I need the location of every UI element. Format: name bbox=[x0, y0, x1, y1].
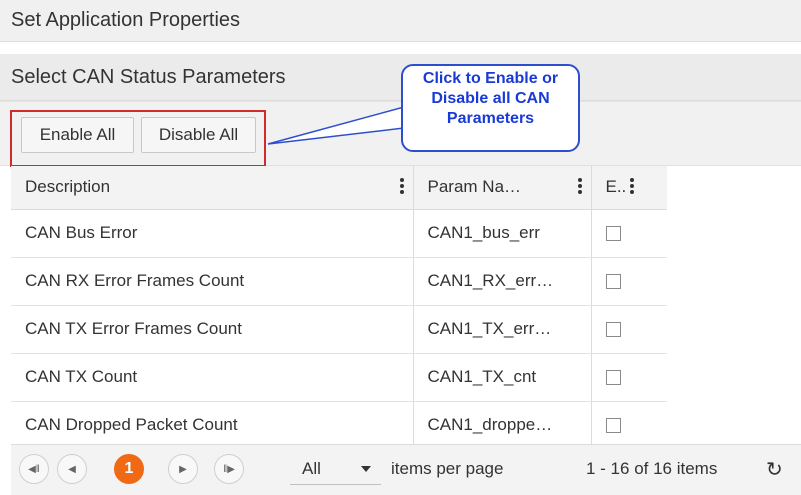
callout-line-1: Click to Enable or bbox=[422, 70, 559, 87]
table-row: CAN Dropped Packet Count CAN1_droppe… bbox=[11, 401, 667, 450]
row-description: CAN TX Error Frames Count bbox=[11, 305, 413, 354]
row-param-name: CAN1_TX_cnt bbox=[412, 353, 591, 402]
column-header-label: Param Na… bbox=[427, 177, 522, 197]
enable-checkbox[interactable] bbox=[605, 418, 621, 434]
table-row: CAN Bus Error CAN1_bus_err bbox=[11, 209, 667, 258]
row-param-name: CAN1_droppe… bbox=[412, 401, 591, 450]
column-menu-icon[interactable] bbox=[629, 178, 634, 196]
column-header-description[interactable]: Description bbox=[11, 166, 413, 210]
callout-line-2: Disable all CAN bbox=[431, 90, 550, 107]
enable-checkbox[interactable] bbox=[605, 226, 621, 242]
items-per-page-label: items per page bbox=[391, 459, 504, 478]
column-header-label: E.. bbox=[605, 177, 627, 197]
table-row: CAN TX Error Frames Count CAN1_TX_err… bbox=[11, 305, 667, 354]
enable-checkbox[interactable] bbox=[605, 370, 621, 386]
page-size-value: All bbox=[302, 459, 321, 478]
row-param-name: CAN1_bus_err bbox=[412, 209, 591, 258]
row-description: CAN Dropped Packet Count bbox=[11, 401, 413, 450]
row-description: CAN Bus Error bbox=[11, 209, 413, 258]
row-enabled-cell bbox=[590, 401, 667, 450]
callout-line-3: Parameters bbox=[446, 110, 535, 127]
column-header-param-name[interactable]: Param Na… bbox=[412, 166, 591, 210]
table-row: CAN TX Count CAN1_TX_cnt bbox=[11, 353, 667, 402]
can-parameters-grid: Description Param Na… E.. CAN Bus Error … bbox=[11, 166, 667, 450]
callout-annotation: Click to Enable or Disable all CAN Param… bbox=[401, 64, 580, 152]
chevron-down-icon bbox=[361, 466, 371, 472]
column-header-label: Description bbox=[25, 177, 111, 197]
column-menu-icon[interactable] bbox=[399, 178, 404, 196]
row-enabled-cell bbox=[590, 305, 667, 354]
grid-pager: ◀‖ ◀ 1 ▶ ‖▶ All items per page 1 - 16 of… bbox=[11, 444, 801, 495]
column-header-enabled[interactable]: E.. bbox=[590, 166, 667, 210]
row-description: CAN TX Count bbox=[11, 353, 413, 402]
previous-page-icon[interactable]: ◀ bbox=[57, 454, 87, 484]
row-param-name: CAN1_RX_err… bbox=[412, 257, 591, 306]
row-enabled-cell bbox=[590, 257, 667, 306]
row-enabled-cell bbox=[590, 353, 667, 402]
current-page-button[interactable]: 1 bbox=[114, 454, 144, 484]
first-page-icon[interactable]: ◀‖ bbox=[19, 454, 49, 484]
column-menu-icon[interactable] bbox=[577, 178, 582, 196]
row-enabled-cell bbox=[590, 209, 667, 258]
page-size-select[interactable]: All bbox=[290, 454, 381, 485]
grid-header-row: Description Param Na… E.. bbox=[11, 166, 667, 210]
row-param-name: CAN1_TX_err… bbox=[412, 305, 591, 354]
last-page-icon[interactable]: ‖▶ bbox=[214, 454, 244, 484]
refresh-icon[interactable]: ↻ bbox=[766, 457, 783, 482]
next-page-icon[interactable]: ▶ bbox=[168, 454, 198, 484]
table-row: CAN RX Error Frames Count CAN1_RX_err… bbox=[11, 257, 667, 306]
enable-checkbox[interactable] bbox=[605, 322, 621, 338]
enable-checkbox[interactable] bbox=[605, 274, 621, 290]
row-description: CAN RX Error Frames Count bbox=[11, 257, 413, 306]
pager-summary: 1 - 16 of 16 items bbox=[586, 459, 718, 478]
